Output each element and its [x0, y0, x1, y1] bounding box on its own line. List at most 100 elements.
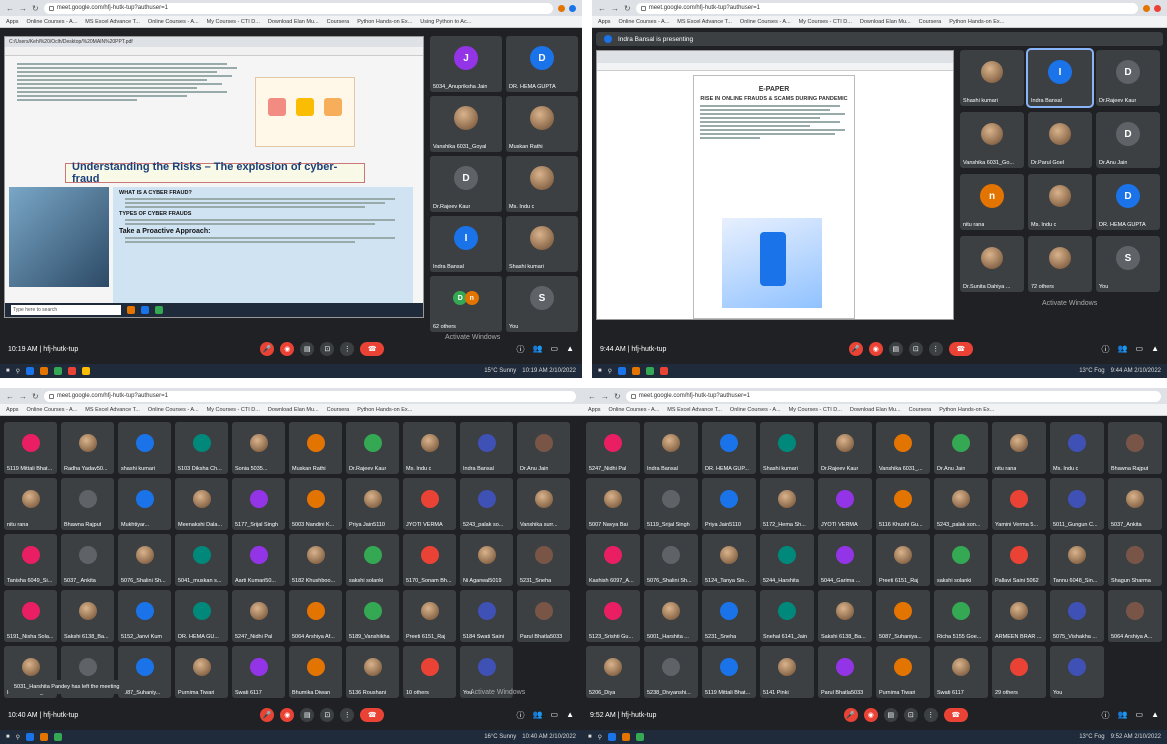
bookmark-item[interactable]: Download Elan Mu... — [268, 407, 319, 413]
address-bar[interactable]: meet.google.com/hfj-hutk-tup?authuser=1 — [625, 390, 1161, 402]
participant-tile[interactable]: 5231_Sneha — [702, 590, 756, 642]
reload-icon[interactable]: ↻ — [614, 392, 621, 401]
participant-tile[interactable]: 5044_Garima ... — [818, 534, 872, 586]
back-icon[interactable]: ← — [588, 392, 596, 401]
participant-tile[interactable]: 5087_Suhaniy... — [118, 646, 171, 698]
end-call-button[interactable]: ☎ — [943, 708, 968, 722]
participant-tile[interactable]: JYOTI VERMA — [818, 478, 872, 530]
bookmark-item[interactable]: Apps — [598, 19, 611, 25]
participant-tile[interactable]: Sakshi 6138_Ba... — [818, 590, 872, 642]
bookmark-item[interactable]: Coursera — [919, 19, 942, 25]
participant-tile[interactable]: 5064 Arshiya A... — [1108, 590, 1162, 642]
participant-tile[interactable]: 5103 Diksha Ch... — [175, 422, 228, 474]
bookmark-item[interactable]: Online Courses - A... — [148, 407, 199, 413]
participant-tile[interactable]: Priya Jain5110 — [702, 478, 756, 530]
participant-tile[interactable]: Dr.Anu Jain — [517, 422, 570, 474]
bookmark-item[interactable]: Python Hands-on Ex... — [357, 407, 412, 413]
participant-tile[interactable]: 5007 Navya Bai — [586, 478, 640, 530]
participant-tile[interactable]: 5037_ Ankita — [61, 534, 114, 586]
bookmark-item[interactable]: MS Excel Advance T... — [85, 19, 140, 25]
participant-tile[interactable]: Purnima Tiwari — [175, 646, 228, 698]
bookmark-item[interactable]: Download Elan Mu... — [850, 407, 901, 413]
participant-tile[interactable]: Muskan Rathi — [289, 422, 342, 474]
reload-icon[interactable]: ↻ — [624, 4, 631, 13]
participant-tile[interactable]: shashi kumari — [118, 422, 171, 474]
participant-tile[interactable]: 5243_palak so... — [460, 478, 513, 530]
participant-tile[interactable]: 5182 Khushboo... — [289, 534, 342, 586]
participant-tile[interactable]: DR. HEMA GUP... — [702, 422, 756, 474]
camera-off-icon[interactable]: ◉ — [280, 708, 295, 722]
mic-off-icon[interactable]: 🎤 — [260, 708, 275, 722]
participant-tile[interactable]: 5076_Shalini Sh... — [118, 534, 171, 586]
captions-icon[interactable]: ▤ — [888, 342, 903, 356]
participant-tile[interactable]: D DR. HEMA GUPTA — [506, 36, 578, 92]
participant-tile[interactable]: 5243_palak son... — [934, 478, 988, 530]
bookmark-item[interactable]: Online Courses - A... — [27, 407, 78, 413]
participant-tile[interactable]: 5123_Srishti Gu... — [586, 590, 640, 642]
mic-off-icon[interactable]: 🎤 — [843, 708, 858, 722]
address-bar[interactable]: meet.google.com/hfj-hutk-tup?authuser=1 — [635, 2, 1138, 14]
participant-tile[interactable]: 29 others — [992, 646, 1046, 698]
bookmark-item[interactable]: Apps — [588, 407, 601, 413]
participant-tile[interactable]: Ms. Indu c — [1050, 422, 1104, 474]
profile-icon[interactable] — [569, 4, 576, 12]
self-tile[interactable]: S You — [506, 276, 578, 332]
participant-tile[interactable]: Swati 6117 — [232, 646, 285, 698]
extension-icon[interactable] — [558, 4, 565, 12]
participant-tile[interactable]: 5141 Pinki — [760, 646, 814, 698]
participant-tile[interactable]: Dr.Anu Jain — [934, 422, 988, 474]
participant-tile[interactable]: 5170_Sonam Bh... — [403, 534, 456, 586]
bookmark-item[interactable]: Online Courses - A... — [740, 19, 791, 25]
participant-tile[interactable]: 72 others — [1028, 236, 1092, 292]
participant-tile[interactable]: 5238_Divyanshi... — [644, 646, 698, 698]
participant-tile[interactable]: Shashi kumari — [760, 422, 814, 474]
participant-tile[interactable]: Shashi kumari — [960, 50, 1024, 106]
more-options-icon[interactable]: ⋮ — [923, 708, 938, 722]
participant-tile[interactable]: ARMEEN BRAR ... — [992, 590, 1046, 642]
chat-icon[interactable]: ▭ — [1136, 344, 1144, 355]
participant-tile[interactable]: Swati 6117 — [934, 646, 988, 698]
search-icon[interactable]: ⚲ — [16, 368, 20, 375]
forward-icon[interactable]: → — [611, 4, 619, 13]
start-icon[interactable]: ■ — [6, 368, 10, 374]
participant-tile[interactable]: D Dr.Anu Jain — [1096, 112, 1160, 168]
participant-tile[interactable]: Vanshika 6031_... — [876, 422, 930, 474]
back-icon[interactable]: ← — [598, 4, 606, 13]
participant-tile[interactable]: 5247_Nidhi Pal — [586, 422, 640, 474]
present-icon[interactable]: ⊡ — [320, 708, 335, 722]
bookmark-item[interactable]: Online Courses - A... — [148, 19, 199, 25]
bookmark-item[interactable]: Coursera — [909, 407, 932, 413]
mic-off-icon[interactable]: 🎤 — [260, 342, 275, 356]
bookmark-item[interactable]: MS Excel Advance T... — [667, 407, 722, 413]
start-icon[interactable]: ■ — [588, 734, 592, 740]
bookmark-item[interactable]: Coursera — [327, 19, 350, 25]
chat-icon[interactable]: ▭ — [551, 710, 559, 721]
participant-tile[interactable]: Purnima Tiwari — [876, 646, 930, 698]
activities-icon[interactable]: ▲ — [1151, 710, 1159, 721]
reload-icon[interactable]: ↻ — [32, 4, 39, 13]
participant-tile[interactable]: 5177_Srijal Singh — [232, 478, 285, 530]
bookmark-item[interactable]: Python Hands-on Ex... — [939, 407, 994, 413]
end-call-button[interactable]: ☎ — [948, 342, 973, 356]
participant-tile[interactable]: JYOTI VERMA — [403, 478, 456, 530]
extension-icon[interactable] — [1143, 4, 1150, 12]
bookmark-item[interactable]: Python Hands-on Ex... — [949, 19, 1004, 25]
bookmark-item[interactable]: Online Courses - A... — [730, 407, 781, 413]
bookmark-item[interactable]: Coursera — [327, 407, 350, 413]
participant-tile[interactable]: Yamini Verma 5... — [992, 478, 1046, 530]
participant-tile[interactable]: sakshi solanki — [346, 534, 399, 586]
participant-tile[interactable]: 5172_Hema Sh... — [760, 478, 814, 530]
more-options-icon[interactable]: ⋮ — [928, 342, 943, 356]
participant-tile[interactable]: 5064 Arshiya Af... — [289, 590, 342, 642]
participant-tile[interactable]: Shagun Sharma — [1108, 534, 1162, 586]
participant-tile[interactable]: Meenakshi Dala... — [175, 478, 228, 530]
participant-tile[interactable]: 5041_muskan s... — [175, 534, 228, 586]
search-icon[interactable]: ⚲ — [608, 368, 612, 375]
participant-tile[interactable]: nitu rana — [992, 422, 1046, 474]
participant-tile[interactable]: 5075_Vishakha ... — [1050, 590, 1104, 642]
bookmark-item[interactable]: My Courses - CTI D... — [799, 19, 852, 25]
info-icon[interactable]: ⓘ — [1102, 710, 1110, 721]
back-icon[interactable]: ← — [6, 392, 14, 401]
participant-tile[interactable]: 5231_Sneha — [517, 534, 570, 586]
back-icon[interactable]: ← — [6, 4, 14, 13]
